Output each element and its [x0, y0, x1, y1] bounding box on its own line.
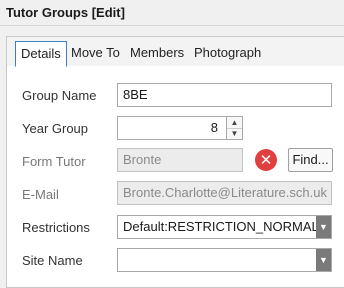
restrictions-select[interactable]: Default:RESTRICTION_NORMAL ▼ — [117, 215, 332, 239]
email-input: Bronte.Charlotte@Literature.sch.uk — [117, 181, 332, 205]
tab-move-to[interactable]: Move To — [66, 41, 125, 67]
tab-strip: Details Move To Members Photograph — [6, 36, 344, 67]
form-tutor-input: Bronte — [117, 148, 243, 172]
year-group-label: Year Group — [22, 121, 89, 136]
chevron-down-icon[interactable]: ▼ — [316, 216, 331, 238]
chevron-down-icon[interactable]: ▼ — [316, 249, 331, 271]
restrictions-label: Restrictions — [22, 220, 90, 235]
form-tutor-label: Form Tutor — [22, 154, 86, 169]
site-name-label: Site Name — [22, 253, 83, 268]
clear-x-icon[interactable]: ✕ — [255, 149, 277, 171]
title-bar: Tutor Groups [Edit] — [0, 0, 344, 26]
email-label: E-Mail — [22, 187, 59, 202]
window-title: Tutor Groups [Edit] — [6, 5, 125, 20]
spin-down-icon[interactable]: ▼ — [227, 128, 242, 139]
year-group-spinner[interactable]: ▲ ▼ — [226, 116, 243, 140]
year-group-input[interactable]: 8 — [117, 116, 227, 140]
restrictions-value: Default:RESTRICTION_NORMAL — [123, 219, 319, 234]
group-name-input[interactable]: 8BE — [117, 83, 332, 107]
tab-details[interactable]: Details — [15, 41, 67, 67]
group-name-label: Group Name — [22, 88, 97, 103]
site-name-select[interactable]: ▼ — [117, 248, 332, 272]
find-button[interactable]: Find... — [288, 148, 333, 172]
tab-photograph[interactable]: Photograph — [189, 41, 266, 67]
tab-members[interactable]: Members — [125, 41, 189, 67]
